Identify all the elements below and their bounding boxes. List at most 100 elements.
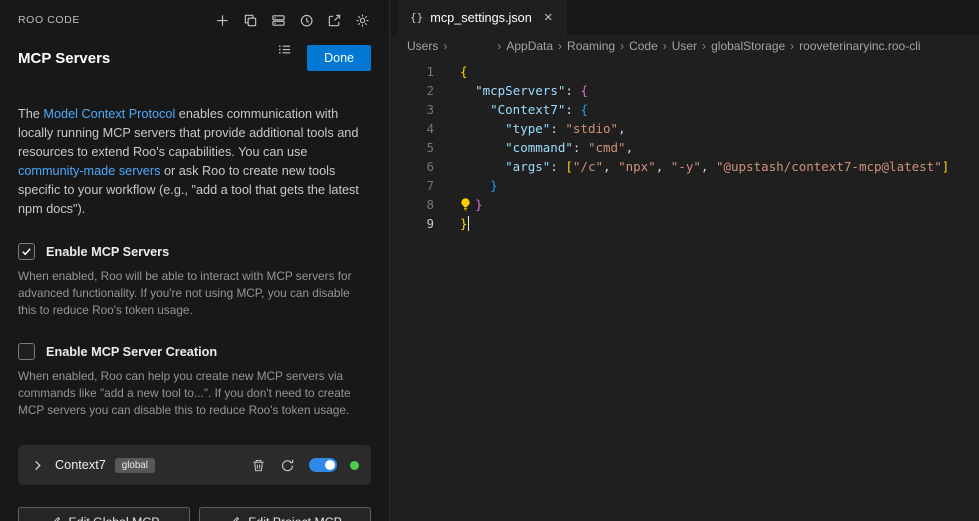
code-token: ,: [656, 159, 671, 174]
gear-icon[interactable]: [354, 12, 371, 29]
editor-area: {} mcp_settings.json × Users››AppData›Ro…: [391, 0, 979, 521]
enable-mcp-creation-checkbox-row[interactable]: Enable MCP Server Creation: [18, 343, 371, 360]
edit-project-label: Edit Project MCP: [248, 515, 342, 521]
code-token: ]: [942, 159, 950, 174]
code-token: "args": [505, 159, 550, 174]
breadcrumb-item[interactable]: globalStorage: [711, 39, 785, 53]
code-line-content: "Context7": {: [460, 100, 588, 119]
code-token: "cmd": [588, 140, 626, 155]
server-row-context7[interactable]: Context7 global: [18, 445, 371, 485]
breadcrumb-item[interactable]: AppData: [506, 39, 553, 53]
code-token: [460, 178, 490, 193]
title-row: MCP Servers Done: [18, 45, 371, 71]
panel-header: ROO CODE: [18, 9, 371, 31]
mcp-server-icon[interactable]: [270, 12, 287, 29]
checkbox-label: Enable MCP Servers: [46, 245, 169, 259]
roo-code-panel: ROO CODE: [0, 0, 390, 521]
code-token: :: [565, 102, 580, 117]
tab-mcp-settings-json[interactable]: {} mcp_settings.json ×: [398, 0, 566, 35]
code-token: "/c": [573, 159, 603, 174]
code-line-content: "type": "stdio",: [460, 119, 626, 138]
edit-project-mcp-button[interactable]: Edit Project MCP: [199, 507, 371, 521]
page-title: MCP Servers: [18, 50, 110, 67]
trash-icon[interactable]: [251, 458, 266, 473]
line-number: 8: [391, 195, 434, 214]
breadcrumb-item[interactable]: User: [672, 39, 697, 53]
enable-mcp-creation-group: Enable MCP Server Creation When enabled,…: [18, 343, 371, 419]
edit-buttons-row: Edit Global MCP Edit Project MCP: [18, 507, 371, 521]
chevron-right-icon[interactable]: [30, 458, 45, 473]
pencil-icon: [228, 516, 240, 521]
open-in-editor-icon[interactable]: [326, 12, 343, 29]
enable-mcp-servers-checkbox-row[interactable]: Enable MCP Servers: [18, 243, 371, 260]
code-line: 2 "mcpServers": {: [391, 81, 979, 100]
server-name: Context7: [55, 458, 106, 472]
tab-bar: {} mcp_settings.json ×: [391, 0, 979, 35]
line-number: 7: [391, 176, 434, 195]
code-token: [460, 159, 505, 174]
done-button[interactable]: Done: [307, 45, 371, 71]
list-unordered-icon[interactable]: [276, 41, 293, 58]
code-token: :: [550, 121, 565, 136]
code-token: [460, 121, 505, 136]
breadcrumb: Users››AppData›Roaming›Code›User›globalS…: [391, 35, 979, 57]
server-scope-badge: global: [115, 458, 155, 473]
code-token: "-y": [671, 159, 701, 174]
intro-text-segment: The: [18, 107, 43, 121]
line-number: 9: [391, 214, 434, 233]
tab-filename: mcp_settings.json: [430, 11, 532, 25]
app-root: ROO CODE: [0, 0, 979, 521]
line-number: 6: [391, 157, 434, 176]
mcp-servers-checkbox[interactable]: [18, 243, 35, 260]
code-token: :: [565, 83, 580, 98]
edit-global-mcp-button[interactable]: Edit Global MCP: [18, 507, 190, 521]
tab-close-icon[interactable]: ×: [544, 10, 553, 25]
code-token: "mcpServers": [475, 83, 565, 98]
code-token: ,: [701, 159, 716, 174]
checkbox-description: When enabled, Roo will be able to intera…: [18, 268, 371, 319]
refresh-icon[interactable]: [280, 458, 295, 473]
breadcrumb-item[interactable]: Roaming: [567, 39, 615, 53]
lightbulb-icon[interactable]: [458, 197, 473, 212]
code-token: "@upstash/context7-mcp@latest": [716, 159, 942, 174]
code-token: ,: [618, 121, 626, 136]
breadcrumb-separator-icon: ›: [620, 39, 624, 53]
code-token: }: [490, 178, 498, 193]
checkbox-description: When enabled, Roo can help you create ne…: [18, 368, 371, 419]
code-line: 8 }: [391, 195, 979, 214]
line-number: 5: [391, 138, 434, 157]
code-token: [460, 83, 475, 98]
checkbox-label: Enable MCP Server Creation: [46, 345, 217, 359]
code-line: 6 "args": ["/c", "npx", "-y", "@upstash/…: [391, 157, 979, 176]
code-token: "npx": [618, 159, 656, 174]
breadcrumb-item[interactable]: Code: [629, 39, 658, 53]
intro-link[interactable]: community-made servers: [18, 164, 160, 178]
line-number: 1: [391, 62, 434, 81]
code-line-content: }: [460, 214, 469, 233]
history-icon[interactable]: [298, 12, 315, 29]
breadcrumb-item[interactable]: Users: [407, 39, 438, 53]
mcp-creation-checkbox[interactable]: [18, 343, 35, 360]
code-token: {: [460, 64, 468, 79]
code-token: ,: [603, 159, 618, 174]
code-line-content: "mcpServers": {: [460, 81, 588, 100]
json-file-icon: {}: [410, 11, 423, 24]
server-enabled-toggle[interactable]: [309, 458, 337, 472]
code-line-content: }: [460, 176, 498, 195]
text-cursor: [468, 216, 470, 231]
panel-toolbar: [214, 12, 371, 29]
code-line-content: "command": "cmd",: [460, 138, 633, 157]
code-token: }: [460, 216, 468, 231]
new-task-plus-icon[interactable]: [214, 12, 231, 29]
brand-label: ROO CODE: [18, 14, 80, 26]
breadcrumb-item[interactable]: rooveterinaryinc.roo-cli: [799, 39, 920, 53]
code-line-content: {: [460, 62, 468, 81]
code-token: [460, 140, 505, 155]
code-token: }: [475, 197, 483, 212]
code-token: :: [573, 140, 588, 155]
code-token: "type": [505, 121, 550, 136]
copy-pages-icon[interactable]: [242, 12, 259, 29]
code-token: "stdio": [565, 121, 618, 136]
intro-link[interactable]: Model Context Protocol: [43, 107, 175, 121]
code-editor[interactable]: 1{2 "mcpServers": {3 "Context7": {4 "typ…: [391, 62, 979, 233]
